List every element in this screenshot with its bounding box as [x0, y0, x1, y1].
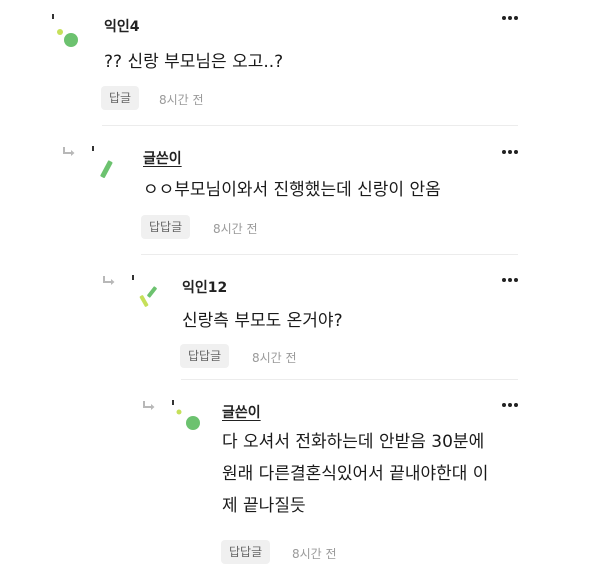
comment-item: 글쓴이 다 오셔서 전화하는데 안받음 30분에 원래 다른결혼식있어서 끝내야… [0, 380, 606, 570]
reply-button[interactable]: 답답글 [141, 215, 191, 239]
comment-time: 8시간 전 [159, 93, 204, 107]
confetti-avatar-icon [92, 146, 113, 179]
reply-arrow-icon [103, 276, 115, 285]
comment-body: 신랑측 부모도 온거야? [182, 311, 343, 331]
reply-button[interactable]: 답답글 [221, 540, 271, 564]
comment-body: ?? 신랑 부모님은 오고..? [104, 52, 284, 72]
confetti-avatar-icon [52, 14, 78, 47]
comment-body-line: 다 오셔서 전화하는데 안받음 30분에 [222, 432, 485, 452]
comment-author[interactable]: 익인4 [104, 16, 140, 36]
more-options-icon[interactable] [502, 275, 522, 285]
comment-time: 8시간 전 [213, 222, 258, 236]
more-options-icon[interactable] [502, 13, 522, 23]
comment-body: ㅇㅇ부모님이와서 진행했는데 신랑이 안옴 [143, 180, 441, 200]
comment-item: 글쓴이 ㅇㅇ부모님이와서 진행했는데 신랑이 안옴 답답글 8시간 전 [0, 126, 606, 254]
reply-button[interactable]: 답글 [101, 86, 140, 110]
more-options-icon[interactable] [502, 400, 522, 410]
confetti-avatar-icon [132, 275, 157, 307]
more-options-icon[interactable] [502, 147, 522, 157]
comment-body-line: 제 끝나질듯 [222, 496, 306, 516]
reply-arrow-icon [143, 401, 155, 410]
comment-author[interactable]: 글쓴이 [143, 148, 182, 168]
comment-time: 8시간 전 [252, 351, 297, 365]
comment-author[interactable]: 익인12 [182, 277, 227, 297]
reply-button[interactable]: 답답글 [180, 344, 230, 368]
comment-author[interactable]: 글쓴이 [222, 402, 261, 422]
comment-item: 익인4 ?? 신랑 부모님은 오고..? 답글 8시간 전 [0, 0, 606, 125]
comment-item: 익인12 신랑측 부모도 온거야? 답답글 8시간 전 [0, 255, 606, 380]
comment-time: 8시간 전 [292, 547, 337, 561]
comment-body-line: 원래 다른결혼식있어서 끝내야한대 이 [222, 464, 489, 484]
reply-arrow-icon [63, 147, 75, 156]
confetti-avatar-icon [172, 400, 200, 430]
comment-body: 다 오셔서 전화하는데 안받음 30분에 원래 다른결혼식있어서 끝내야한대 이… [222, 426, 488, 522]
